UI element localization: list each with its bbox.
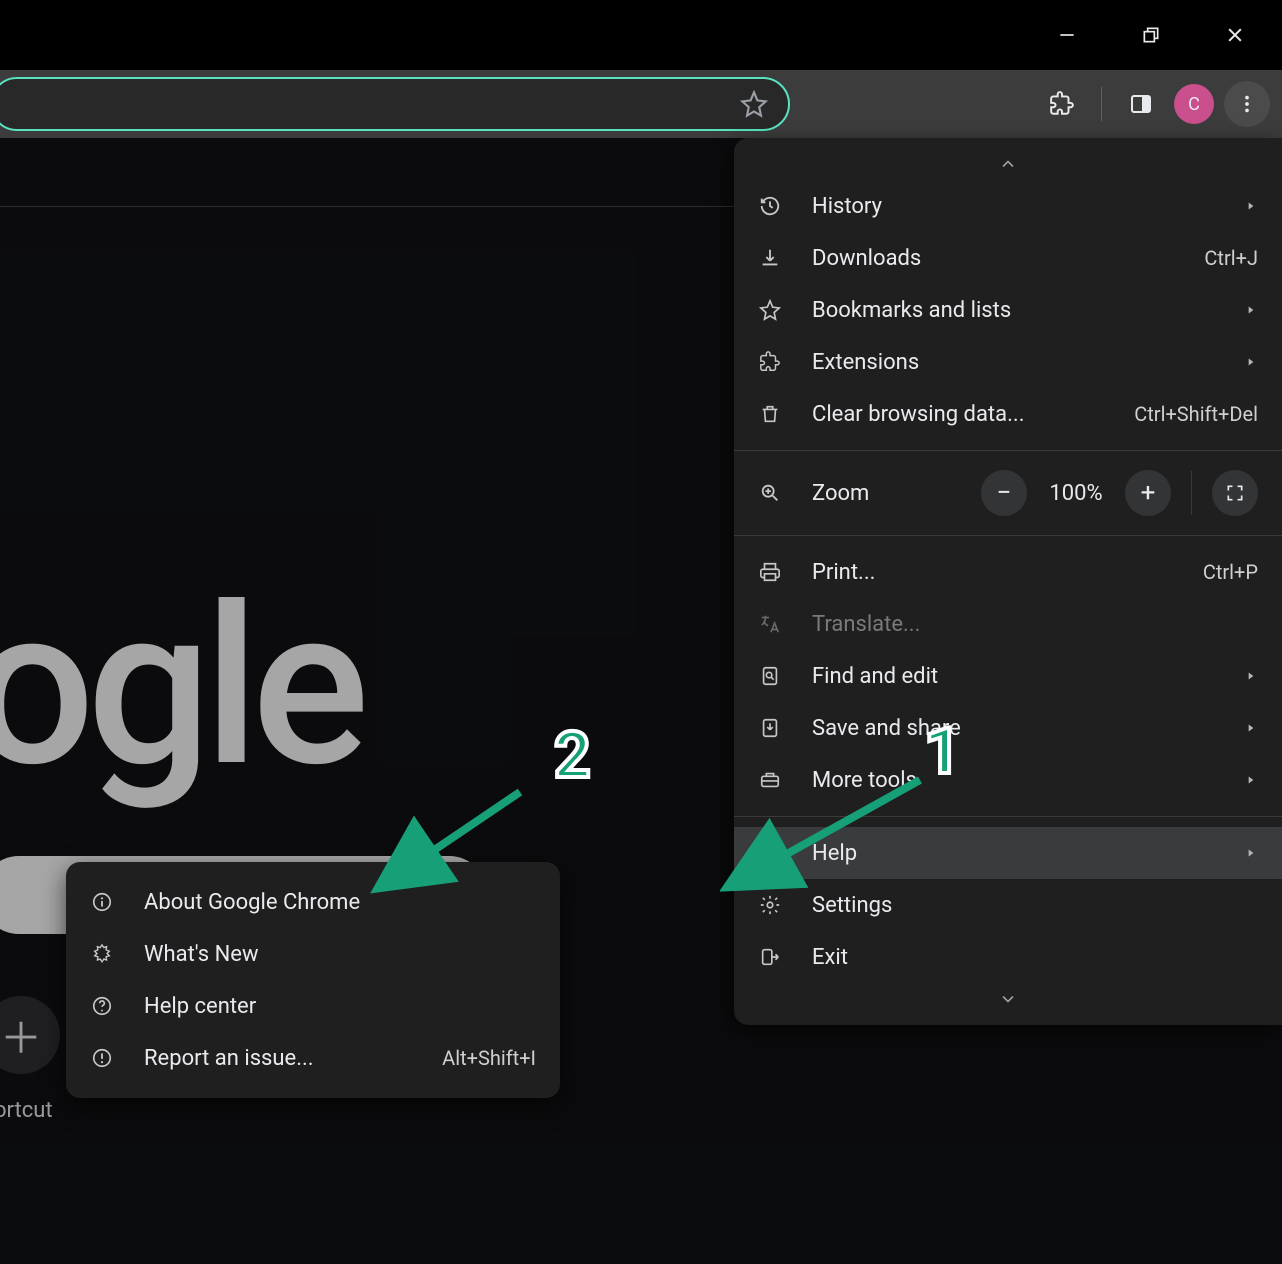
fullscreen-icon [1225,483,1245,503]
menu-label: What's New [144,942,536,967]
menu-downloads[interactable]: Downloads Ctrl+J [734,232,1282,284]
menu-history[interactable]: History [734,180,1282,232]
menu-shortcut: Ctrl+J [1204,246,1258,270]
menu-label: Exit [812,945,1258,970]
chrome-menu-button[interactable] [1224,81,1270,127]
bookmark-star-icon[interactable] [740,90,768,118]
menu-shortcut: Ctrl+P [1203,560,1258,584]
submenu-whats-new[interactable]: What's New [66,928,560,980]
menu-save-share[interactable]: Save and share [734,702,1282,754]
submenu-chevron-icon [1244,669,1258,683]
toolbar-right: C [1039,70,1282,138]
menu-extensions[interactable]: Extensions [734,336,1282,388]
help-icon [90,995,114,1017]
download-icon [758,247,782,269]
submenu-chevron-icon [1244,773,1258,787]
submenu-chevron-icon [1244,303,1258,317]
submenu-chevron-icon [1244,846,1258,860]
avatar-letter: C [1188,94,1200,115]
zoom-out-button[interactable]: − [981,470,1027,516]
history-icon [758,195,782,217]
menu-scroll-down[interactable] [734,983,1282,1015]
menu-print[interactable]: Print... Ctrl+P [734,546,1282,598]
maximize-icon [1141,25,1161,45]
menu-bookmarks[interactable]: Bookmarks and lists [734,284,1282,336]
annotation-arrow-2 [370,780,550,900]
star-icon [758,299,782,321]
new-badge-icon [90,943,114,965]
menu-label: Clear browsing data... [812,402,1104,427]
translate-icon [758,613,782,635]
menu-label: Bookmarks and lists [812,298,1214,323]
menu-exit[interactable]: Exit [734,931,1282,983]
submenu-report-issue[interactable]: Report an issue... Alt+Shift+I [66,1032,560,1084]
menu-label: Print... [812,560,1173,585]
find-icon [758,665,782,687]
zoom-controls: − 100% + [981,470,1258,516]
alert-icon [90,1047,114,1069]
address-bar[interactable] [0,77,790,131]
info-icon [90,891,114,913]
menu-label: Save and share [812,716,1214,741]
menu-clear-browsing-data[interactable]: Clear browsing data... Ctrl+Shift+Del [734,388,1282,440]
fullscreen-button[interactable] [1212,470,1258,516]
close-button[interactable] [1208,15,1262,55]
zoom-in-icon [758,482,782,504]
submenu-chevron-icon [1244,721,1258,735]
menu-label: Downloads [812,246,1174,271]
kebab-icon [1236,93,1258,115]
exit-icon [758,946,782,968]
menu-label: Find and edit [812,664,1214,689]
minimize-icon [1057,25,1077,45]
submenu-chevron-icon [1244,355,1258,369]
submenu-help-center[interactable]: Help center [66,980,560,1032]
menu-label: History [812,194,1214,219]
puzzle-icon [1049,91,1075,117]
annotation-number-1: 1 [924,714,961,789]
menu-separator [734,535,1282,536]
print-icon [758,561,782,583]
menu-zoom: Zoom − 100% + [734,461,1282,525]
chrome-window: C ogle ＋ ortcut History [0,0,1282,1264]
zoom-separator [1191,471,1192,515]
save-icon [758,717,782,739]
menu-label: Report an issue... [144,1046,412,1071]
menu-translate: Translate... [734,598,1282,650]
extensions-button[interactable] [1039,81,1085,127]
menu-label: Translate... [812,612,1258,637]
puzzle-icon [758,351,782,373]
side-panel-button[interactable] [1118,81,1164,127]
toolbar-separator [1101,87,1102,121]
maximize-button[interactable] [1124,15,1178,55]
zoom-label: Zoom [812,481,951,506]
add-shortcut-button[interactable]: ＋ [0,996,60,1074]
menu-find-edit[interactable]: Find and edit [734,650,1282,702]
menu-label: Extensions [812,350,1214,375]
zoom-value: 100% [1041,481,1111,506]
titlebar [0,0,1282,70]
menu-shortcut: Alt+Shift+I [442,1046,536,1070]
trash-icon [758,403,782,425]
google-logo-fragment: ogle [0,558,361,816]
profile-avatar[interactable]: C [1174,84,1214,124]
side-panel-icon [1129,92,1153,116]
menu-shortcut: Ctrl+Shift+Del [1134,402,1258,426]
shortcut-label: ortcut [0,1098,53,1123]
menu-separator [734,450,1282,451]
browser-toolbar: C [0,70,1282,138]
zoom-in-button[interactable]: + [1125,470,1171,516]
close-icon [1225,25,1245,45]
menu-label: Help center [144,994,536,1019]
submenu-chevron-icon [1244,199,1258,213]
annotation-number-2: 2 [554,718,591,793]
menu-scroll-up[interactable] [734,148,1282,180]
minimize-button[interactable] [1040,15,1094,55]
